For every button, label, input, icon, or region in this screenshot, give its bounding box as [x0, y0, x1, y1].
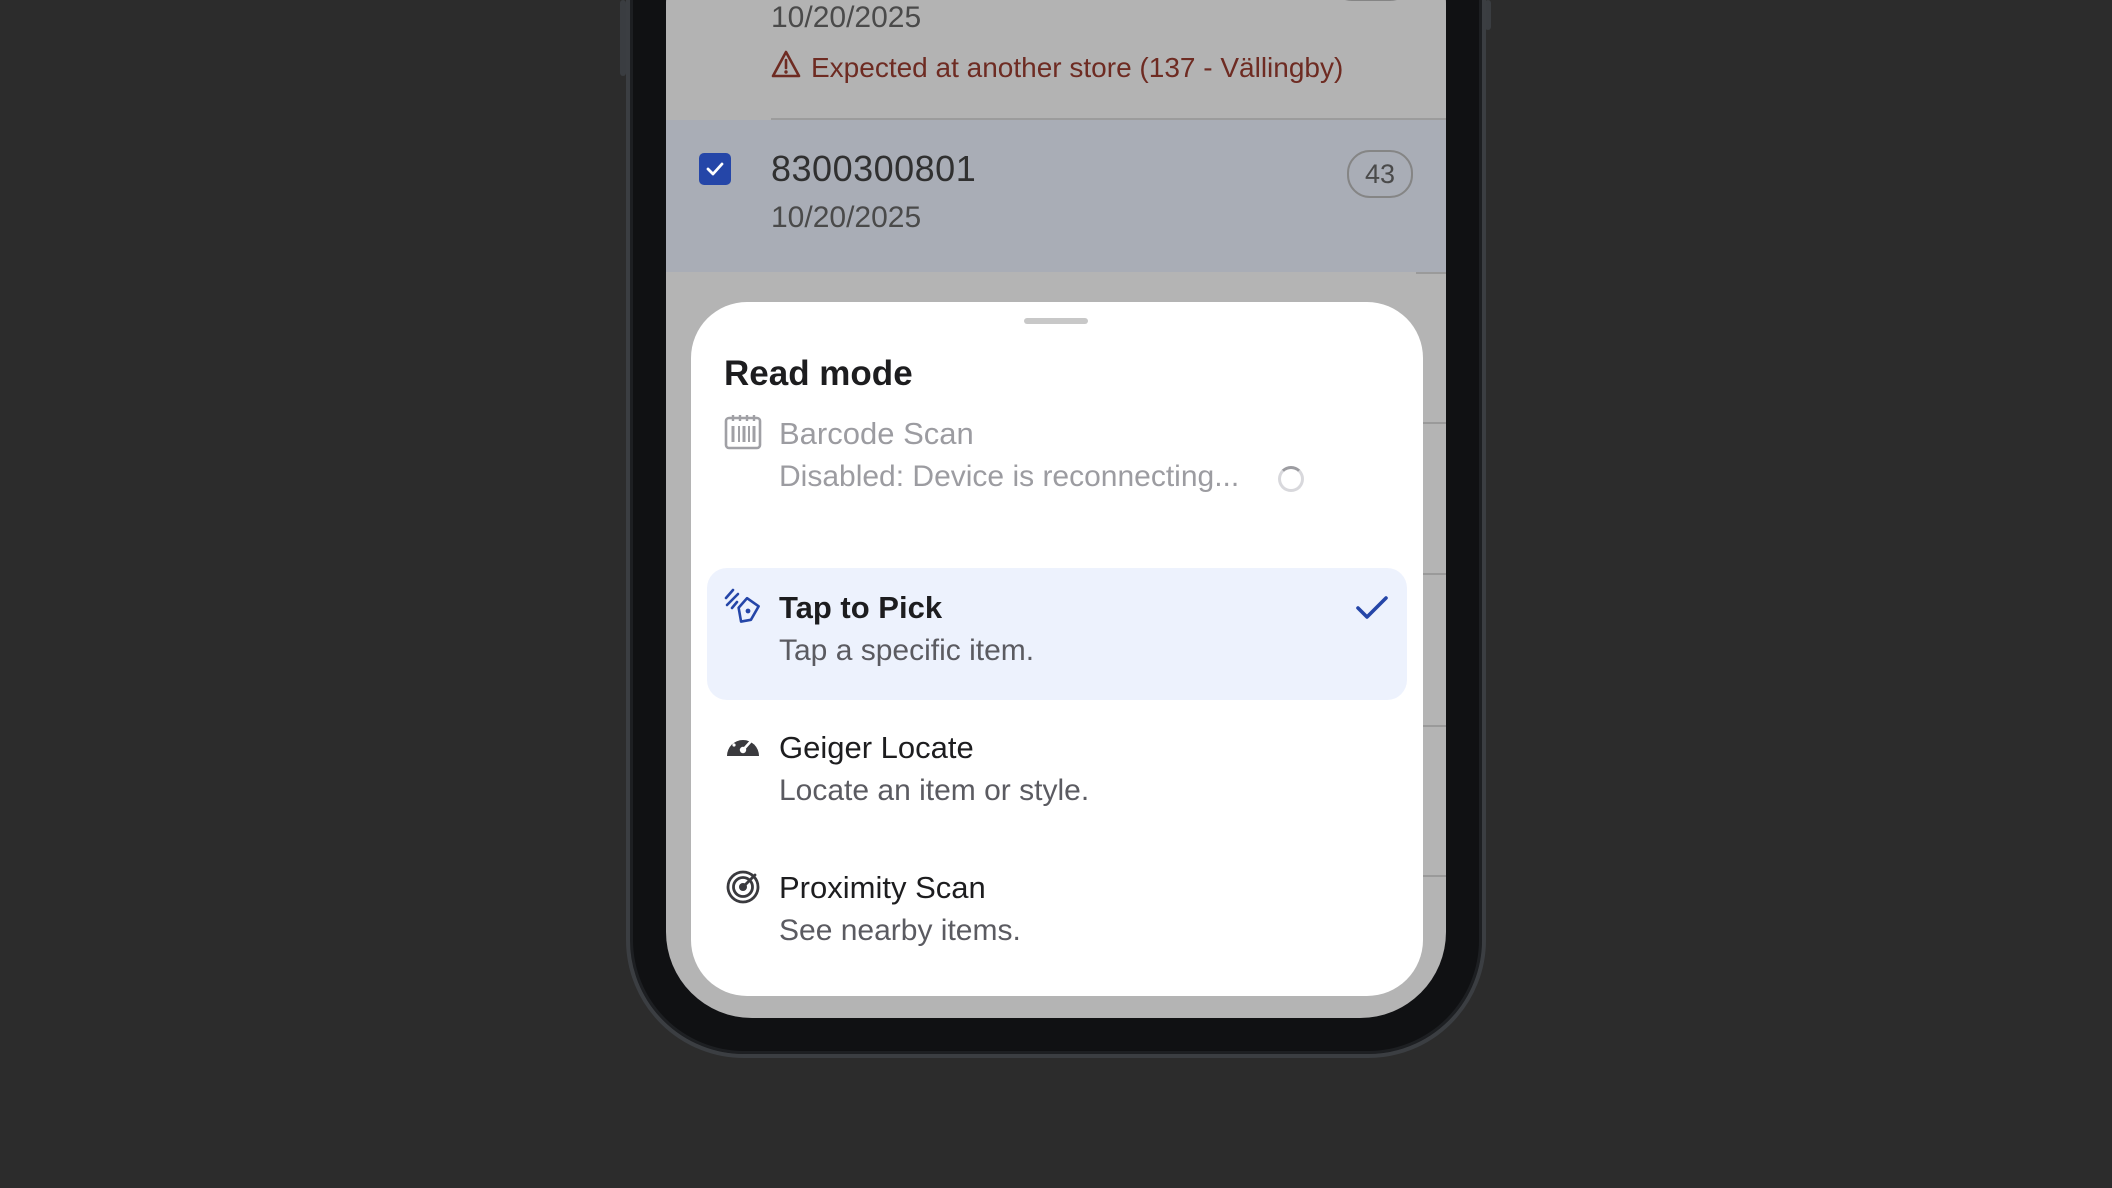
option-description: See nearby items.	[779, 914, 1021, 947]
quantity-badge: 43	[1347, 150, 1413, 198]
row-divider	[1416, 272, 1446, 274]
warning-icon	[771, 50, 801, 85]
item-id: 8300300801	[771, 148, 977, 189]
option-proximity-scan[interactable]: Proximity Scan See nearby items.	[707, 848, 1407, 980]
option-label: Tap to Pick	[779, 590, 943, 625]
option-barcode-scan: Barcode Scan Disabled: Device is reconne…	[707, 394, 1407, 526]
loading-spinner-icon	[1278, 466, 1304, 492]
warning-text: Expected at another store (137 - Välling…	[811, 51, 1344, 83]
option-label: Geiger Locate	[779, 730, 974, 765]
option-tap-to-pick[interactable]: Tap to Pick Tap a specific item.	[707, 568, 1407, 700]
option-description: Locate an item or style.	[779, 774, 1090, 807]
item-date: 10/20/2025	[771, 1, 922, 34]
item-checkbox[interactable]	[699, 153, 731, 185]
item-date: 10/20/2025	[771, 201, 922, 234]
option-description: Disabled: Device is reconnecting...	[779, 460, 1240, 493]
option-description: Tap a specific item.	[779, 634, 1035, 667]
radar-icon	[723, 866, 763, 906]
read-mode-sheet: Read mode Barcode Scan Disabled: Device …	[691, 302, 1423, 996]
option-geiger-locate[interactable]: Geiger Locate Locate an item or style.	[707, 708, 1407, 840]
option-label: Barcode Scan	[779, 416, 974, 451]
check-icon	[706, 162, 724, 176]
barcode-icon	[723, 412, 763, 452]
selected-check-icon	[1355, 594, 1389, 627]
list-item[interactable]: 8300300801 10/20/2025 100 Expected at an…	[666, 0, 1446, 120]
list-item[interactable]: 8300300801 10/20/2025 43	[666, 120, 1446, 272]
gauge-icon	[723, 726, 763, 766]
tap-tag-icon	[723, 586, 763, 626]
sheet-drag-handle[interactable]	[1024, 318, 1088, 324]
option-label: Proximity Scan	[779, 870, 986, 905]
warning-message: Expected at another store (137 - Välling…	[771, 50, 1343, 85]
sheet-title: Read mode	[724, 354, 913, 393]
quantity-badge: 100	[1329, 0, 1413, 1]
